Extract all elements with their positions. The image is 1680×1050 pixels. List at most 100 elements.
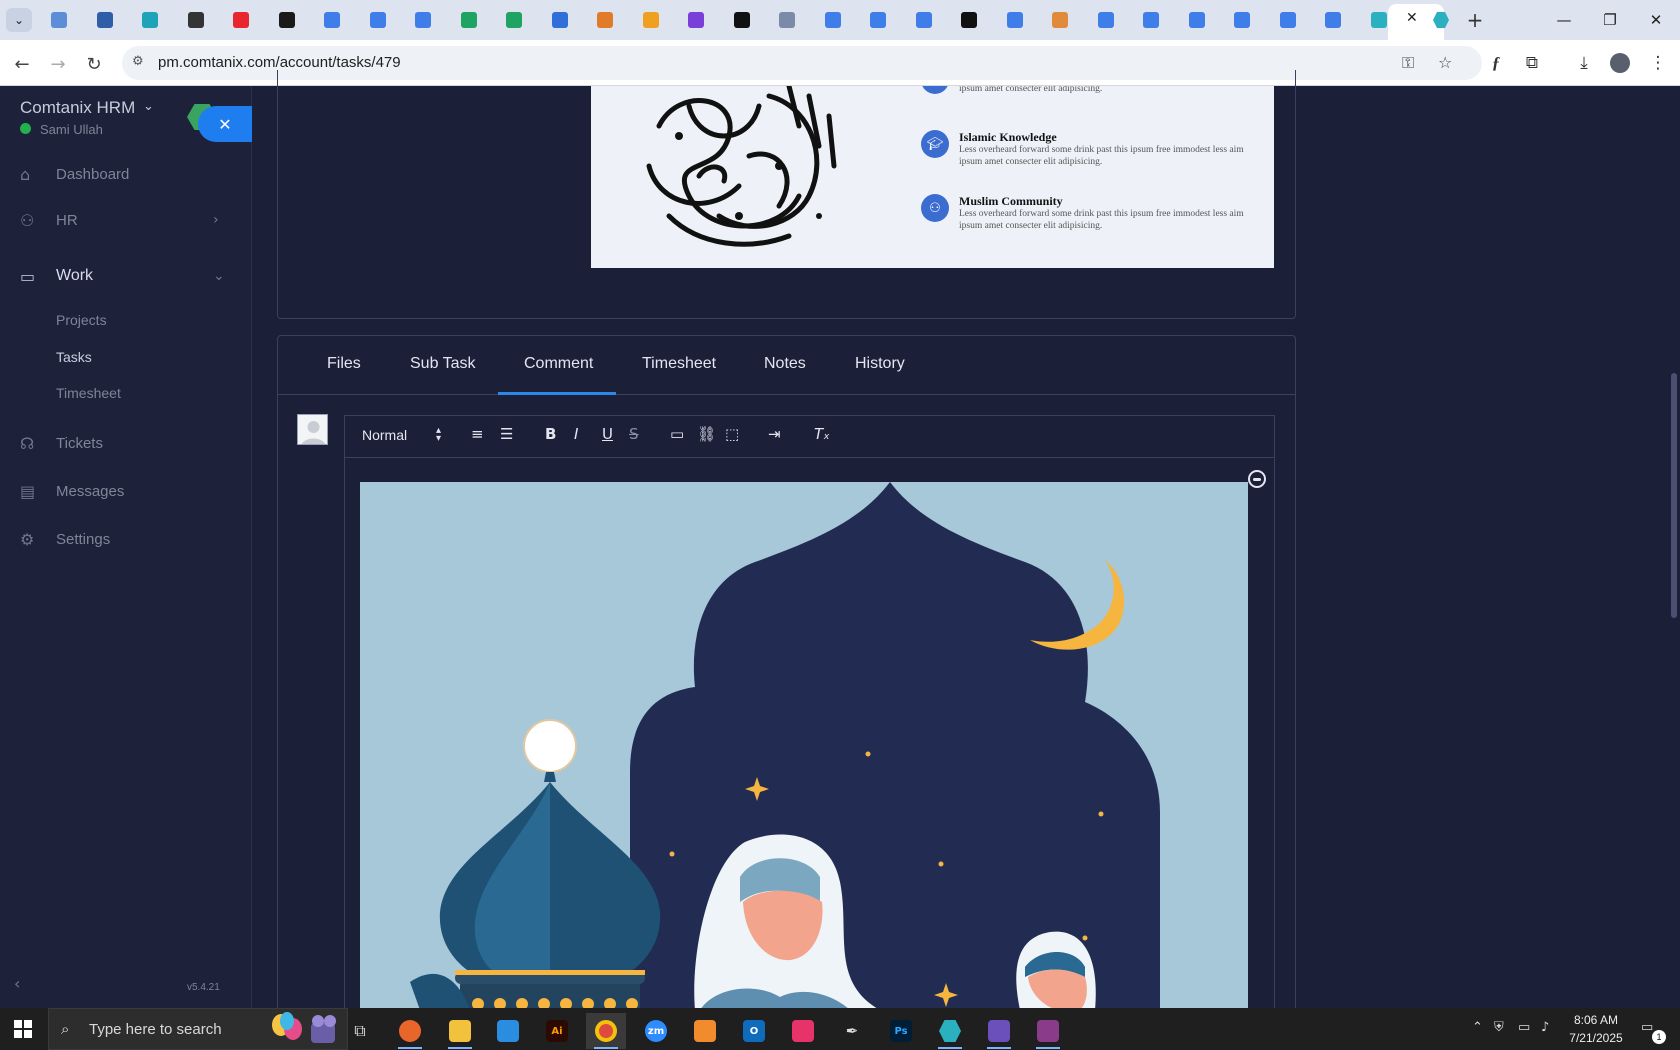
network-icon[interactable]: ▭ [1518, 1020, 1530, 1035]
extension-font-icon[interactable]: ƒ [1484, 51, 1508, 75]
browser-menu-icon[interactable]: ⋮ [1646, 51, 1670, 75]
sidebar-item-tickets[interactable]: ☊ Tickets [0, 425, 252, 461]
profile-avatar-icon[interactable] [1608, 51, 1632, 75]
browser-tab-favicon-icon[interactable] [1045, 8, 1075, 32]
reload-icon[interactable]: ↻ [82, 52, 106, 76]
browser-tab-favicon-icon[interactable] [545, 8, 575, 32]
browser-tab-favicon-icon[interactable] [454, 8, 484, 32]
sidebar-subitem-timesheet[interactable]: Timesheet [56, 385, 121, 401]
clear-format-icon[interactable]: Tₓ [814, 425, 830, 443]
browser-tab-favicon-icon[interactable] [408, 8, 438, 32]
browser-tab-favicon-icon[interactable] [499, 8, 529, 32]
browser-tab-favicon-icon[interactable] [317, 8, 347, 32]
browser-tab-favicon-icon[interactable] [954, 8, 984, 32]
collapse-sidebar-icon[interactable]: ‹ [14, 974, 20, 993]
chrome-app-icon[interactable] [586, 1013, 626, 1049]
forward-icon[interactable]: → [46, 52, 70, 76]
extensions-puzzle-icon[interactable]: ⧉ [1520, 51, 1544, 75]
browser-tab-favicon-icon[interactable] [772, 8, 802, 32]
creative-cloud-app-icon[interactable] [783, 1013, 823, 1049]
brand-name[interactable]: Comtanix HRM [20, 98, 135, 118]
sidebar-item-settings[interactable]: ⚙ Settings [0, 521, 252, 557]
password-key-icon[interactable]: ⚿ [1402, 53, 1414, 73]
taskbar-search-box[interactable]: ⌕ Type here to search [48, 1008, 348, 1050]
tab-search-button[interactable]: ⌄ [6, 8, 32, 32]
select-caret-icon[interactable]: ▴ ▾ [436, 426, 441, 444]
image-resize-handle-icon[interactable] [1248, 470, 1266, 488]
download-icon[interactable]: ⤓ [1572, 51, 1596, 75]
illustrator-app-icon[interactable]: Ai [537, 1013, 577, 1049]
site-info-icon[interactable]: ⚙ [132, 54, 144, 69]
browser-tab-favicon-icon[interactable] [1000, 8, 1030, 32]
firefox-app-icon[interactable] [390, 1013, 430, 1049]
browser-tab-favicon-icon[interactable] [90, 8, 120, 32]
windows-start-icon[interactable] [14, 1020, 32, 1038]
browser-tab-favicon-icon[interactable] [727, 8, 757, 32]
tab-history[interactable]: History [855, 355, 905, 373]
vscode-app-icon[interactable] [488, 1013, 528, 1049]
window-close-button[interactable]: ✕ [1636, 8, 1676, 32]
bold-icon[interactable]: B [545, 425, 556, 443]
clock-time[interactable]: 8:06 AM [1571, 1013, 1621, 1027]
browser-tab-favicon-icon[interactable] [1091, 8, 1121, 32]
blockquote-icon[interactable]: ▭ [670, 425, 684, 443]
strikethrough-icon[interactable]: S [629, 425, 639, 443]
restore-button[interactable]: ❐ [1590, 8, 1630, 32]
image-icon[interactable]: ⬚ [725, 425, 739, 443]
browser-tab-favicon-icon[interactable] [818, 8, 848, 32]
minimize-button[interactable]: — [1544, 8, 1584, 32]
tab-sub-task[interactable]: Sub Task [410, 355, 476, 373]
photoshop-app-icon[interactable]: Ps [881, 1013, 921, 1049]
close-panel-button[interactable]: ✕ [198, 106, 252, 142]
sidebar-item-hr[interactable]: ⚇ HR › [0, 202, 252, 238]
security-icon[interactable]: ⛨ [1494, 1020, 1504, 1035]
browser-tab-favicon-icon[interactable] [909, 8, 939, 32]
browser-tab-favicon-icon[interactable] [226, 8, 256, 32]
format-select[interactable]: Normal [362, 427, 407, 443]
browser-tab-favicon-icon[interactable] [181, 8, 211, 32]
notifications-icon[interactable]: ▭ [1641, 1020, 1653, 1035]
browser-tab-favicon-icon[interactable] [1318, 8, 1348, 32]
outlook-app-icon[interactable]: O [734, 1013, 774, 1049]
sidebar-item-dashboard[interactable]: ⌂ Dashboard [0, 156, 252, 192]
ordered-list-icon[interactable]: ≡ [471, 425, 484, 443]
sidebar-subitem-projects[interactable]: Projects [56, 312, 107, 328]
browser-tab-favicon-icon[interactable] [44, 8, 74, 32]
snipping-tool-app-icon[interactable] [979, 1013, 1019, 1049]
tab-timesheet[interactable]: Timesheet [642, 355, 716, 373]
close-tab-icon[interactable]: ✕ [1406, 10, 1418, 26]
task-view-icon[interactable]: ⧉ [340, 1013, 380, 1049]
browser-tab-favicon-icon[interactable] [863, 8, 893, 32]
browser-tab-favicon-icon[interactable] [1136, 8, 1166, 32]
zoom-app-icon[interactable]: zm [636, 1013, 676, 1049]
tab-files[interactable]: Files [327, 355, 361, 373]
sidebar-subitem-tasks[interactable]: Tasks [56, 349, 92, 365]
hex-app-icon[interactable] [930, 1013, 970, 1049]
page-scrollbar[interactable] [1671, 373, 1677, 618]
italic-icon[interactable]: I [574, 425, 578, 443]
tab-hex-icon[interactable] [1426, 8, 1456, 32]
text-direction-icon[interactable]: ⇥ [768, 425, 781, 443]
browser-tab-favicon-icon[interactable] [135, 8, 165, 32]
browser-tab-favicon-icon[interactable] [1273, 8, 1303, 32]
browser-tab-favicon-icon[interactable] [590, 8, 620, 32]
tab-notes[interactable]: Notes [764, 355, 806, 373]
show-hidden-icons-icon[interactable]: ⌃ [1472, 1020, 1483, 1035]
file-explorer-app-icon[interactable] [440, 1013, 480, 1049]
new-tab-button[interactable]: + [1460, 8, 1490, 32]
winrar-app-icon[interactable] [1028, 1013, 1068, 1049]
volume-icon[interactable]: ♪ [1541, 1020, 1549, 1035]
tab-comment[interactable]: Comment [524, 355, 593, 373]
browser-tab-favicon-icon[interactable] [681, 8, 711, 32]
chevron-down-icon[interactable]: ⌄ [143, 99, 154, 114]
underline-icon[interactable]: U [602, 425, 613, 443]
xampp-app-icon[interactable] [685, 1013, 725, 1049]
sidebar-item-work[interactable]: ▭ Work ⌄ [0, 258, 252, 294]
browser-tab-favicon-icon[interactable] [1182, 8, 1212, 32]
clock-date[interactable]: 7/21/2025 [1563, 1031, 1629, 1045]
link-icon[interactable]: ⛓ [697, 425, 716, 443]
browser-tab-favicon-icon[interactable] [1227, 8, 1257, 32]
url-text[interactable]: pm.comtanix.com/account/tasks/479 [158, 54, 401, 71]
pen-tool-app-icon[interactable]: ✒ [832, 1013, 872, 1049]
sidebar-item-messages[interactable]: ▤ Messages [0, 473, 252, 509]
